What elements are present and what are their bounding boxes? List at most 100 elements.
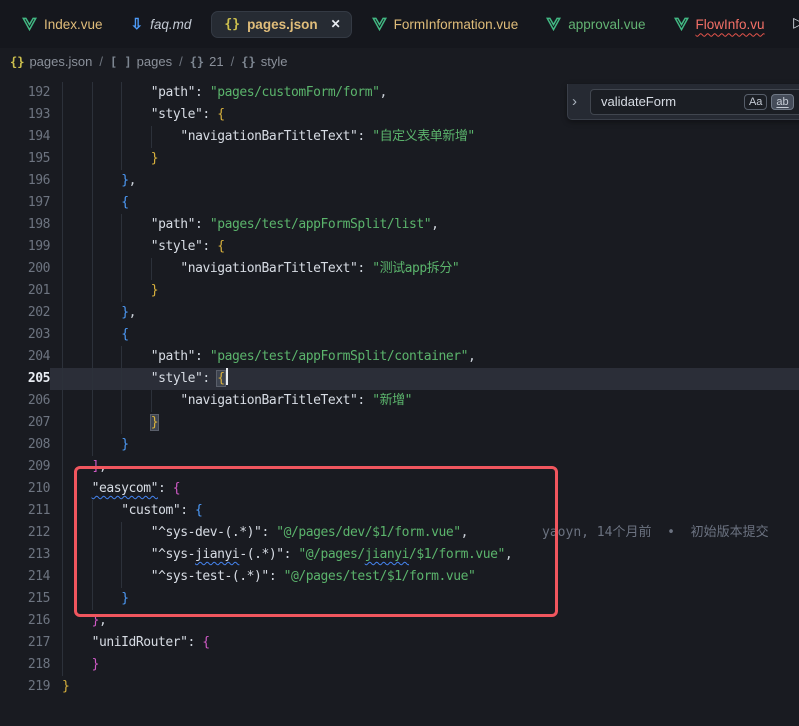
code-line[interactable]: 203{ (0, 324, 799, 346)
tab-forminformation-vue[interactable]: FormInformation.vue (358, 0, 533, 48)
code-token: , (379, 85, 386, 100)
code-line[interactable]: 219} (0, 676, 799, 698)
indent-guide (121, 566, 151, 588)
tab-approval-vue[interactable]: approval.vue (532, 0, 659, 48)
code-line[interactable]: 196}, (0, 170, 799, 192)
indent-guide (92, 566, 122, 588)
code-line[interactable]: 197{ (0, 192, 799, 214)
tab-index-vue[interactable]: Index.vue (8, 0, 117, 48)
code-token: } (121, 437, 128, 452)
breadcrumb-item-21[interactable]: {} 21 (190, 54, 224, 69)
indent-guide (62, 126, 92, 148)
code-token: "@/pages/test/$1/form.vue" (284, 569, 476, 584)
breadcrumb-separator: / (231, 54, 235, 69)
object-symbol-icon: {} (190, 55, 204, 69)
code-line[interactable]: 212"^sys-dev-(.*)": "@/pages/dev/$1/form… (0, 522, 799, 544)
md-down-arrow-icon: ⇩ (131, 15, 144, 33)
indent-guide (62, 544, 92, 566)
code-line-content: } (50, 588, 799, 610)
tab-flowinfo-vue[interactable]: FlowInfo.vu (660, 0, 779, 48)
code-line[interactable]: 194"navigationBarTitleText": "自定义表单新增" (0, 126, 799, 148)
code-line[interactable]: 211"custom": { (0, 500, 799, 522)
line-number: 202 (0, 302, 50, 324)
indent-guide (92, 170, 122, 192)
indent-guide (121, 544, 151, 566)
line-number: 219 (0, 676, 50, 698)
code-line[interactable]: 217"uniIdRouter": { (0, 632, 799, 654)
code-line[interactable]: 199"style": { (0, 236, 799, 258)
indent-guide (62, 522, 92, 544)
code-token: "style" (151, 371, 203, 386)
code-token: "path" (151, 85, 195, 100)
tab-label: Index.vue (44, 17, 103, 32)
code-line[interactable]: 200"navigationBarTitleText": "测试app拆分" (0, 258, 799, 280)
code-line[interactable]: 215} (0, 588, 799, 610)
code-line[interactable]: 216}, (0, 610, 799, 632)
line-number: 207 (0, 412, 50, 434)
code-line-content: } (50, 654, 799, 676)
code-area[interactable]: 192"path": "pages/customForm/form",193"s… (0, 75, 799, 698)
code-token: : (202, 371, 217, 386)
line-number: 205 (0, 368, 50, 390)
code-line-content: }, (50, 170, 799, 192)
code-line[interactable]: 207} (0, 412, 799, 434)
line-number: 201 (0, 280, 50, 302)
code-line[interactable]: 218} (0, 654, 799, 676)
breadcrumb-item-style[interactable]: {} style (241, 54, 287, 69)
code-line-content: "style": { (50, 236, 799, 258)
indent-guide (151, 258, 181, 280)
object-symbol-icon: {} (241, 55, 255, 69)
code-token: "navigationBarTitleText" (180, 393, 357, 408)
code-line[interactable]: 198"path": "pages/test/appFormSplit/list… (0, 214, 799, 236)
code-token: "^sys-dev-(.*)" (151, 525, 262, 540)
code-token: : (180, 503, 195, 518)
code-line[interactable]: 202}, (0, 302, 799, 324)
close-icon[interactable]: ✕ (331, 17, 341, 31)
tab-pages-json[interactable]: {} pages.json ✕ (211, 11, 351, 38)
tab-label: faq.md (150, 17, 191, 32)
code-line[interactable]: 204"path": "pages/test/appFormSplit/cont… (0, 346, 799, 368)
code-token: , (129, 305, 136, 320)
find-input-value[interactable]: validateForm (601, 94, 740, 109)
code-line-content: "navigationBarTitleText": "新增" (50, 390, 799, 412)
code-line-content: } (50, 148, 799, 170)
code-line[interactable]: 201} (0, 280, 799, 302)
indent-guide (62, 170, 92, 192)
code-token: "style" (151, 107, 203, 122)
tab-faq-md[interactable]: ⇩ faq.md (117, 0, 206, 48)
indent-guide (62, 148, 92, 170)
code-line[interactable]: 209], (0, 456, 799, 478)
code-line[interactable]: 210"easycom": { (0, 478, 799, 500)
code-line[interactable]: 195} (0, 148, 799, 170)
find-input[interactable]: validateForm Aa ab .* (590, 89, 799, 115)
indent-guide (62, 632, 92, 654)
line-number: 198 (0, 214, 50, 236)
indent-guide (62, 478, 92, 500)
indent-guide (92, 192, 122, 214)
match-case-button[interactable]: Aa (744, 94, 767, 110)
indent-guide (92, 214, 122, 236)
indent-guide (62, 456, 92, 478)
breadcrumb-item-file[interactable]: {} pages.json (10, 54, 92, 69)
code-line[interactable]: 213"^sys-jianyi-(.*)": "@/pages/jianyi/$… (0, 544, 799, 566)
indent-guide (121, 214, 151, 236)
code-token: } (92, 657, 99, 672)
code-line[interactable]: 214"^sys-test-(.*)": "@/pages/test/$1/fo… (0, 566, 799, 588)
tab-overflow-chevron-icon[interactable]: ▷ (793, 14, 799, 31)
code-line[interactable]: 205"style": { (0, 368, 799, 390)
line-number: 200 (0, 258, 50, 280)
line-number: 199 (0, 236, 50, 258)
code-line[interactable]: 208} (0, 434, 799, 456)
breadcrumb-item-pages[interactable]: [ ] pages (110, 54, 172, 69)
find-expand-chevron-icon[interactable]: › (572, 93, 584, 110)
array-symbol-icon: [ ] (110, 55, 132, 69)
indent-guide (62, 434, 92, 456)
code-line-content: "easycom": { (50, 478, 799, 500)
whole-word-button[interactable]: ab (771, 94, 793, 110)
indent-guide (121, 346, 151, 368)
code-token: "pages/customForm/form" (210, 85, 380, 100)
code-line[interactable]: 206"navigationBarTitleText": "新增" (0, 390, 799, 412)
tab-label: FormInformation.vue (394, 17, 519, 32)
tab-label: FlowInfo.vu (696, 17, 765, 32)
code-token: } (121, 305, 128, 320)
